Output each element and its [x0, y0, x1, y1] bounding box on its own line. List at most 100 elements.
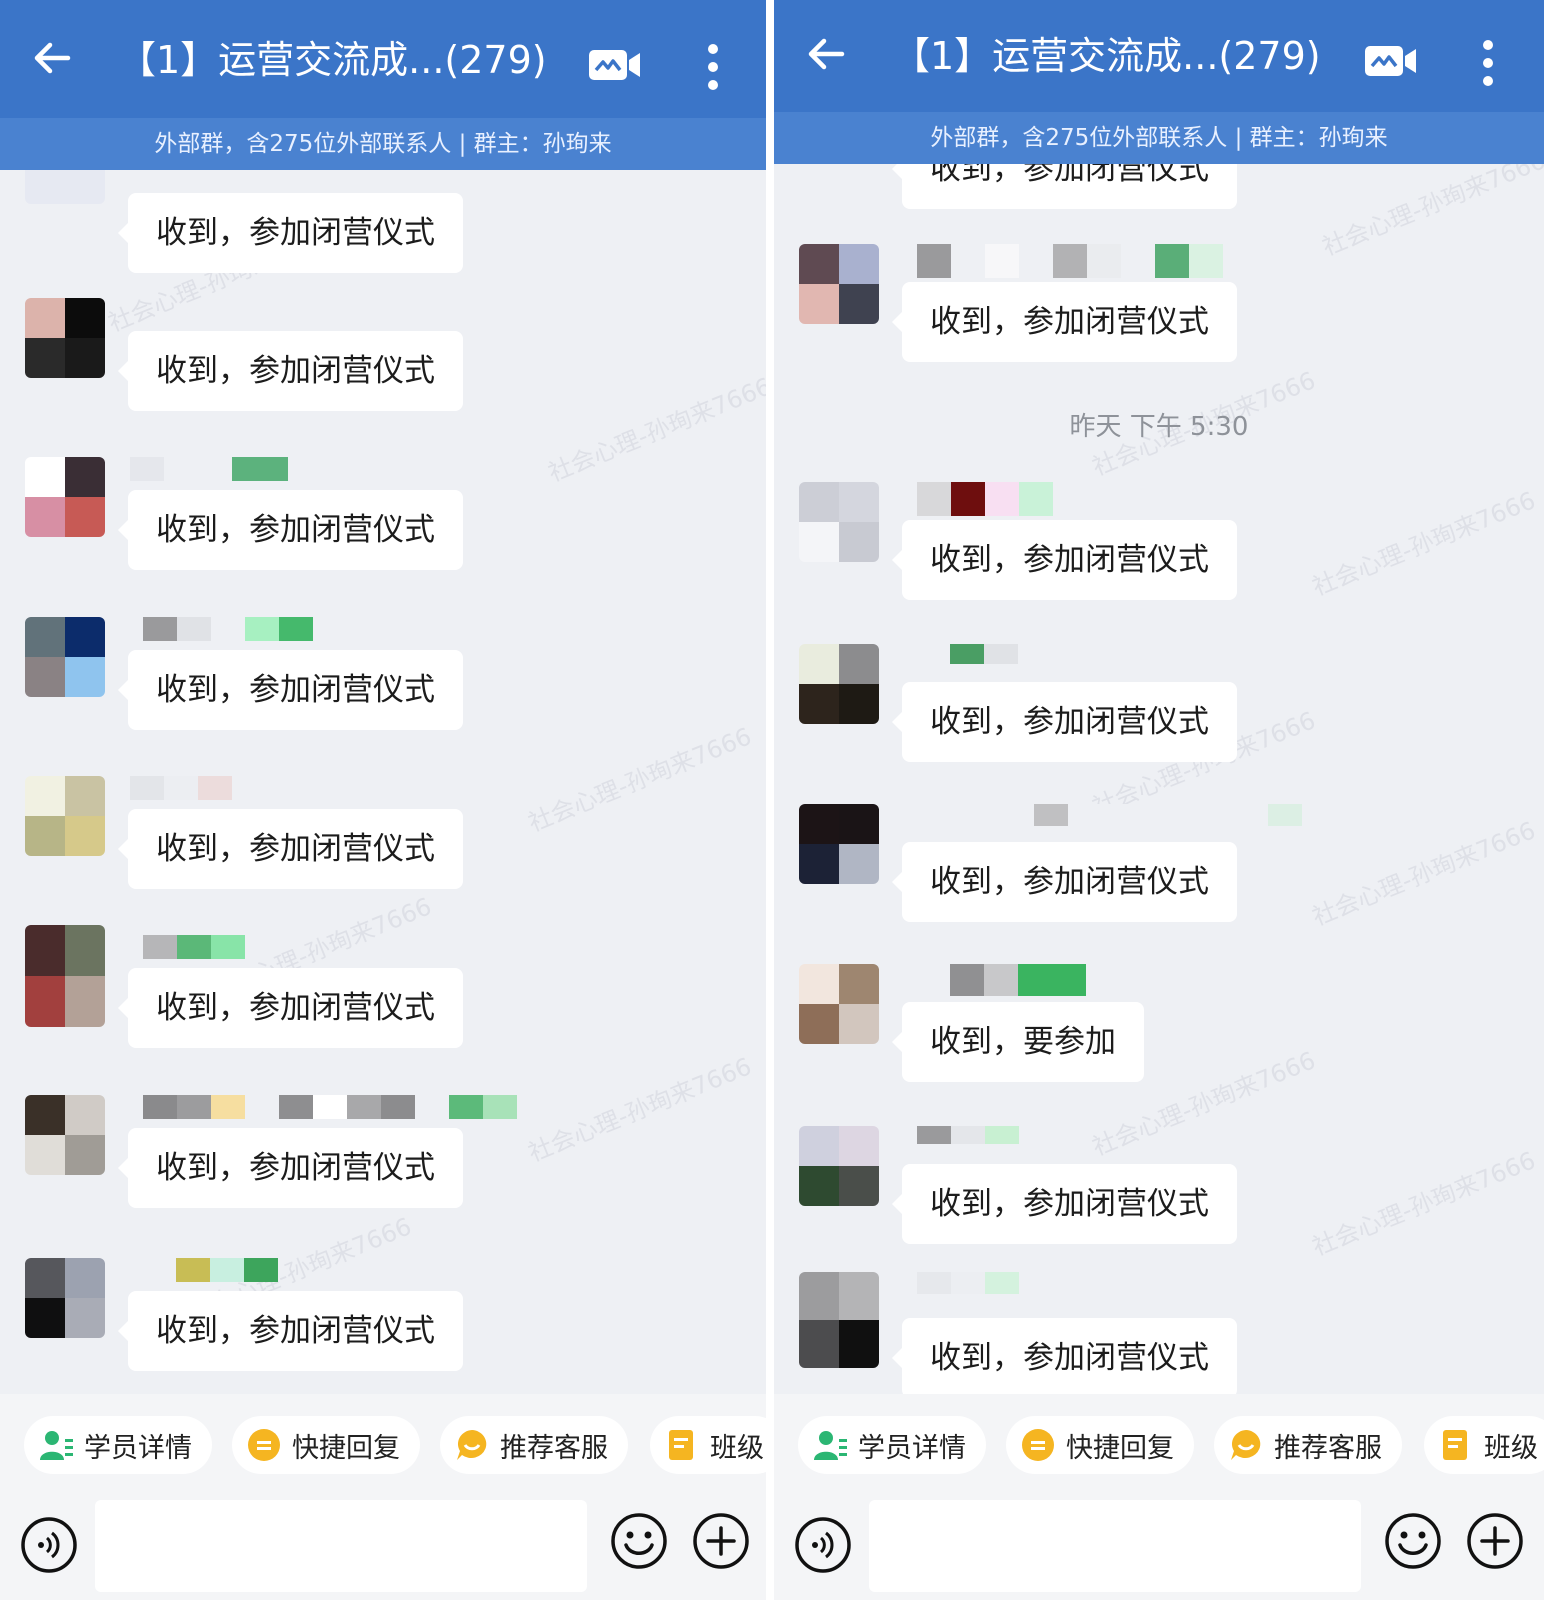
avatar[interactable]: [799, 964, 879, 1044]
message-item: 收到，参加闭营仪式: [0, 776, 766, 906]
chat-panel-left: 【1】运营交流成...(279) 外部群，含275位外部联系人 | 群主：孙珣来…: [0, 0, 770, 1600]
message-bubble[interactable]: 收到，参加闭营仪式: [118, 968, 463, 1048]
video-call-icon[interactable]: [588, 48, 642, 82]
class-chip[interactable]: 班级: [650, 1416, 766, 1474]
quick-reply-icon: [1020, 1427, 1056, 1463]
sender-name-blurred: [130, 776, 232, 804]
avatar[interactable]: [799, 1272, 879, 1368]
emoji-icon[interactable]: [1384, 1512, 1442, 1570]
title-bar: 【1】运营交流成...(279): [774, 0, 1544, 112]
avatar[interactable]: [25, 776, 105, 856]
message-item: 收到，参加闭营仪式: [774, 164, 1544, 226]
sender-name-blurred: [917, 1272, 1019, 1294]
message-item: 收到，参加闭营仪式: [0, 457, 766, 587]
message-timestamp: 昨天 下午 5:30: [1069, 412, 1249, 442]
message-input[interactable]: [95, 1500, 587, 1592]
sender-name-blurred: [143, 617, 313, 645]
voice-input-icon[interactable]: [20, 1516, 78, 1574]
recommend-service-chip[interactable]: 推荐客服: [440, 1416, 628, 1474]
chat-panel-right: 【1】运营交流成...(279) 外部群，含275位外部联系人 | 群主：孙珣来…: [774, 0, 1544, 1600]
chip-label: 班级: [1484, 1432, 1538, 1464]
message-bubble[interactable]: 收到，参加闭营仪式: [892, 842, 1237, 922]
avatar[interactable]: [25, 925, 105, 1027]
chip-label: 学员详情: [84, 1432, 192, 1464]
message-item: 收到，参加闭营仪式: [774, 244, 1544, 374]
plus-more-icon[interactable]: [692, 1512, 750, 1570]
chip-label: 推荐客服: [500, 1432, 608, 1464]
message-input[interactable]: [869, 1500, 1361, 1592]
quick-reply-icon: [246, 1427, 282, 1463]
avatar[interactable]: [799, 804, 879, 884]
message-bubble[interactable]: 收到，参加闭营仪式: [118, 1291, 463, 1371]
message-list[interactable]: 社会心理-孙珣来7666 社会心理-孙珣来7666 社会心理-孙珣来7666 社…: [774, 164, 1544, 1394]
message-bubble[interactable]: 收到，参加闭营仪式: [892, 1164, 1237, 1244]
message-bubble[interactable]: 收到，参加闭营仪式: [892, 520, 1237, 600]
chip-label: 学员详情: [858, 1432, 966, 1464]
sender-name-blurred: [917, 1126, 1019, 1144]
back-arrow-icon[interactable]: [28, 34, 76, 82]
avatar[interactable]: [25, 1258, 105, 1338]
student-detail-chip[interactable]: 学员详情: [24, 1416, 212, 1474]
sender-name-blurred: [176, 1258, 278, 1286]
more-options-icon[interactable]: [1480, 38, 1496, 88]
message-item: 收到，参加闭营仪式: [774, 1272, 1544, 1394]
avatar[interactable]: [799, 644, 879, 724]
student-detail-chip[interactable]: 学员详情: [798, 1416, 986, 1474]
message-item: 收到，参加闭营仪式: [0, 1095, 766, 1225]
message-bubble[interactable]: 收到，参加闭营仪式: [892, 164, 1237, 209]
back-arrow-icon[interactable]: [802, 30, 850, 78]
message-bubble[interactable]: 收到，参加闭营仪式: [892, 1318, 1237, 1394]
message-item: 收到，参加闭营仪式: [0, 617, 766, 747]
sender-name-blurred: [950, 964, 1086, 996]
chip-label: 推荐客服: [1274, 1432, 1382, 1464]
message-item: 收到，要参加: [774, 964, 1544, 1094]
message-bubble[interactable]: 收到，参加闭营仪式: [892, 282, 1237, 362]
more-options-icon[interactable]: [705, 42, 721, 92]
avatar[interactable]: [25, 298, 105, 378]
group-info-banner[interactable]: 外部群，含275位外部联系人 | 群主：孙珣来: [774, 112, 1544, 164]
chip-label: 快捷回复: [1066, 1432, 1174, 1464]
avatar[interactable]: [25, 170, 105, 204]
avatar[interactable]: [799, 482, 879, 562]
message-item: 收到，参加闭营仪式: [774, 1126, 1544, 1256]
message-list[interactable]: 社会心理-孙珣来7666 社会心理-孙珣来7666 社会心理-孙珣来7666 社…: [0, 170, 766, 1394]
chip-label: 快捷回复: [292, 1432, 400, 1464]
quick-reply-chip[interactable]: 快捷回复: [1006, 1416, 1194, 1474]
sender-name-blurred: [917, 244, 1223, 278]
message-bubble[interactable]: 收到，参加闭营仪式: [118, 193, 463, 273]
sender-name-blurred: [917, 482, 1053, 516]
message-item: 收到，参加闭营仪式: [774, 644, 1544, 774]
avatar[interactable]: [25, 1095, 105, 1175]
group-info-banner[interactable]: 外部群，含275位外部联系人 | 群主：孙珣来: [0, 118, 766, 170]
avatar[interactable]: [25, 617, 105, 697]
emoji-icon[interactable]: [610, 1512, 668, 1570]
message-item: 收到，参加闭营仪式: [774, 482, 1544, 612]
message-item: 收到，参加闭营仪式: [0, 1258, 766, 1388]
message-bubble[interactable]: 收到，参加闭营仪式: [892, 682, 1237, 762]
message-item: 收到，参加闭营仪式: [0, 298, 766, 428]
message-bubble[interactable]: 收到，参加闭营仪式: [118, 331, 463, 411]
class-icon: [1438, 1427, 1474, 1463]
video-call-icon[interactable]: [1364, 44, 1418, 78]
message-bubble[interactable]: 收到，参加闭营仪式: [118, 1128, 463, 1208]
class-chip[interactable]: 班级: [1424, 1416, 1544, 1474]
avatar[interactable]: [799, 1126, 879, 1206]
message-bubble[interactable]: 收到，要参加: [892, 1002, 1144, 1082]
chip-label: 班级: [710, 1432, 764, 1464]
quick-reply-chip[interactable]: 快捷回复: [232, 1416, 420, 1474]
input-bar: [0, 1496, 766, 1600]
message-bubble[interactable]: 收到，参加闭营仪式: [118, 650, 463, 730]
sender-name-blurred: [950, 644, 1018, 664]
plus-more-icon[interactable]: [1466, 1512, 1524, 1570]
class-icon: [664, 1427, 700, 1463]
message-bubble[interactable]: 收到，参加闭营仪式: [118, 809, 463, 889]
chat-title: 【1】运营交流成...(279): [892, 34, 1321, 78]
recommend-service-chip[interactable]: 推荐客服: [1214, 1416, 1402, 1474]
avatar[interactable]: [799, 244, 879, 324]
message-bubble[interactable]: 收到，参加闭营仪式: [118, 490, 463, 570]
title-bar: 【1】运营交流成...(279): [0, 0, 766, 118]
voice-input-icon[interactable]: [794, 1516, 852, 1574]
avatar[interactable]: [25, 457, 105, 537]
sender-name-blurred: [143, 1095, 517, 1123]
quick-action-bar: 学员详情 快捷回复 推荐客服 班级: [774, 1394, 1544, 1496]
